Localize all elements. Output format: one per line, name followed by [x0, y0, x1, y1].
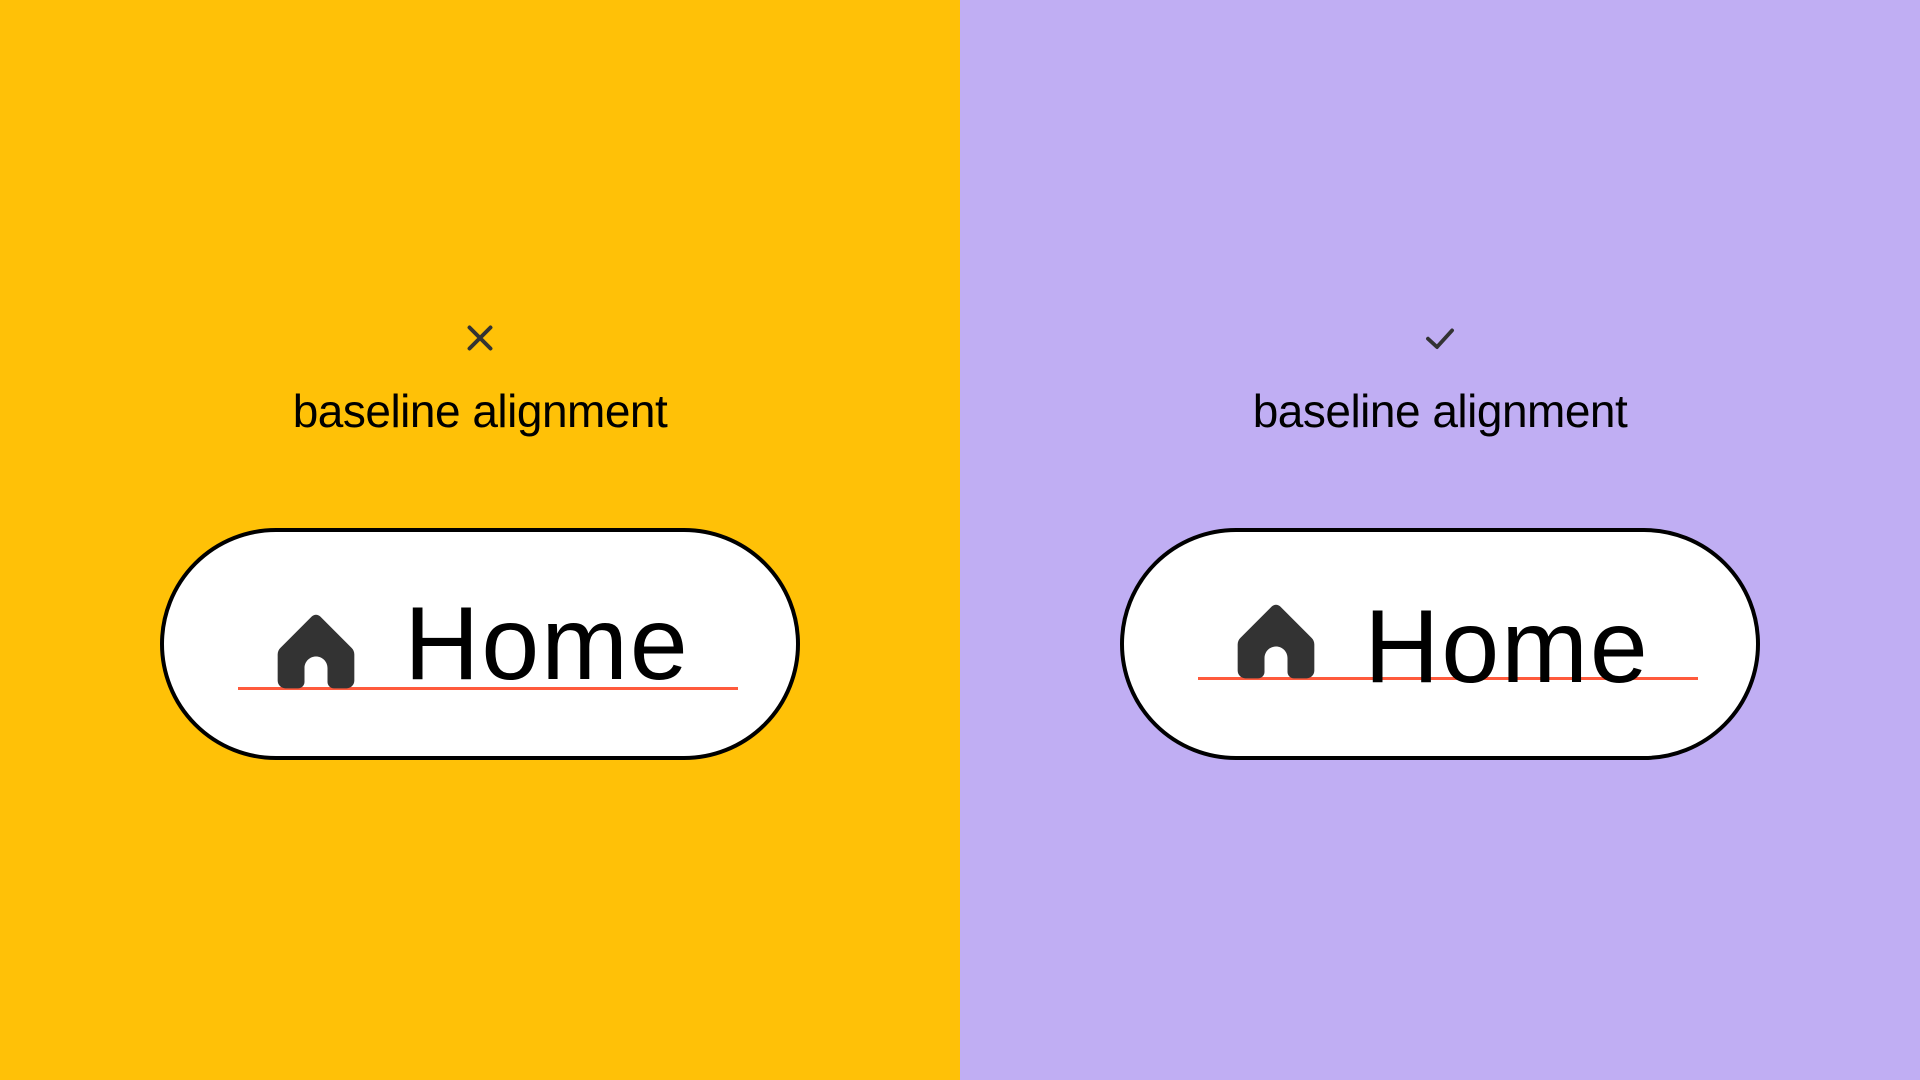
- home-button-incorrect[interactable]: Home: [160, 528, 800, 760]
- cross-icon: [462, 320, 498, 356]
- check-icon: [1422, 320, 1458, 356]
- correct-example-panel: baseline alignment Home: [960, 0, 1920, 1080]
- home-icon: [1230, 594, 1322, 686]
- incorrect-example-panel: baseline alignment Home: [0, 0, 960, 1080]
- home-button-label: Home: [1364, 595, 1649, 699]
- incorrect-caption: baseline alignment: [293, 384, 668, 438]
- home-button-label: Home: [404, 592, 689, 696]
- correct-caption: baseline alignment: [1253, 384, 1628, 438]
- home-button-correct[interactable]: Home: [1120, 528, 1760, 760]
- home-icon: [270, 604, 362, 696]
